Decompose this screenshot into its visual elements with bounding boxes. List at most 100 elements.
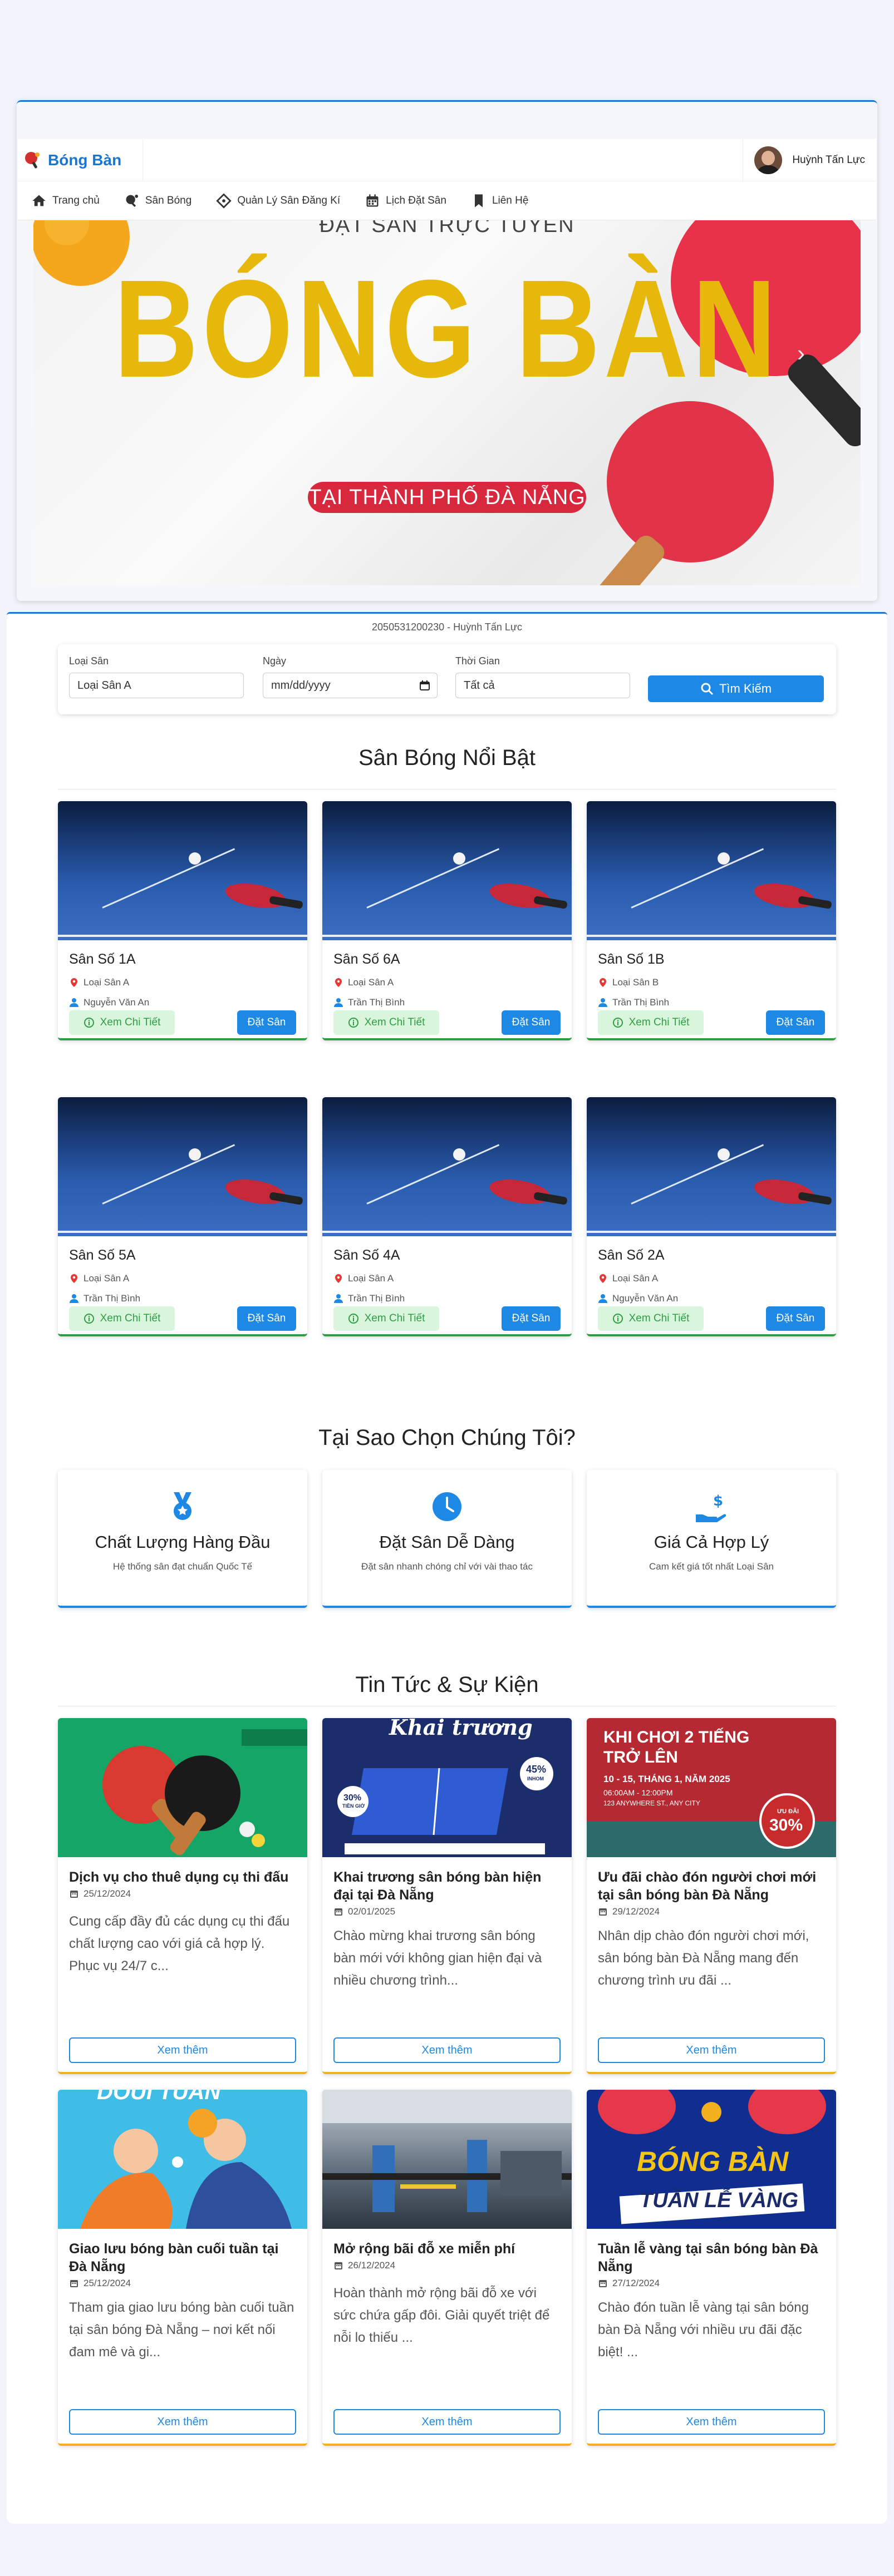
calendar-icon [70,2280,78,2287]
location-pin-icon [600,978,606,987]
news-card: Khai trương 30% TIỀN GIỜ 45% INHOM Khai trươn… [322,1718,572,2074]
view-detail-button[interactable]: Xem Chi Tiết [598,1010,704,1035]
info-icon [348,1018,358,1028]
read-more-button[interactable]: Xem thêm [69,2037,296,2063]
court-type-select[interactable]: Loại Sân A [69,673,244,698]
news-title[interactable]: Ưu đãi chào đón người chơi mới tại sân b… [598,1868,826,1904]
user-menu[interactable]: Huỳnh Tấn Lực [743,139,876,181]
table-line [366,848,500,909]
carousel-next-icon[interactable]: › [797,340,805,367]
court-name: Sân Số 5A [69,1247,136,1263]
news-image-badge: 30% [343,1793,362,1803]
banner-title: BÓNG BÀN [114,251,780,406]
court-type-field: Loại Sân Loại Sân A [69,655,244,698]
time-select[interactable]: Tất cả [455,673,630,698]
ball [453,1148,465,1161]
table-edge [587,935,836,937]
time-label: Thời Gian [455,655,500,667]
calendar-icon [599,2280,607,2287]
court-type: Loại Sân A [69,977,129,988]
book-court-button[interactable]: Đặt Sân [766,1010,825,1035]
news-card: Dịch vụ cho thuê dụng cụ thi đấu 25/12/20… [58,1718,307,2074]
table-edge [58,935,307,937]
menu-item-courts[interactable]: Sân Bóng [124,193,191,209]
court-name: Sân Số 1A [69,951,136,967]
court-name: Sân Số 1B [598,951,665,967]
why-desc: Cam kết giá tốt nhất Loại Sân [649,1561,774,1572]
news-date: 27/12/2024 [598,2278,660,2289]
book-court-button[interactable]: Đặt Sân [766,1306,825,1331]
user-icon [70,1294,78,1303]
court-name: Sân Số 2A [598,1247,665,1263]
ball [718,852,730,865]
book-court-button[interactable]: Đặt Sân [237,1306,296,1331]
court-image [58,1097,307,1236]
court-owner-text: Nguyễn Văn An [612,1293,679,1304]
news-image-title: BÓNG BÀN [637,2146,789,2177]
user-icon [334,998,343,1007]
read-more-button[interactable]: Xem thêm [598,2409,825,2435]
menu-item-schedule[interactable]: Lịch Đặt Sân [365,193,446,209]
news-date-text: 27/12/2024 [612,2278,660,2288]
table-edge [58,1231,307,1233]
read-more-button[interactable]: Xem thêm [333,2037,561,2063]
table-edge [587,1231,836,1233]
news-title[interactable]: Mở rộng bãi đỗ xe miễn phí [333,2240,562,2258]
view-detail-label: Xem Chi Tiết [628,1312,690,1324]
book-court-button[interactable]: Đặt Sân [502,1306,561,1331]
court-type: Loại Sân A [333,1273,394,1284]
news-title[interactable]: Khai trương sân bóng bàn hiện đại tại Đà… [333,1868,562,1904]
news-image-line: 123 ANYWHERE ST., ANY CITY [603,1799,700,1807]
search-icon [701,683,713,695]
search-button[interactable]: Tìm Kiếm [648,675,824,702]
table-line [631,848,764,909]
view-detail-label: Xem Chi Tiết [100,1016,161,1028]
news-card: DOUI TUAN Giao lưu bóng bàn cuối tuần tại… [58,2090,307,2446]
court-card: Sân Số 5A Loại Sân A Trần Thị Bình Xem Chi … [58,1097,307,1336]
brand[interactable]: Bóng Bàn [18,139,143,181]
view-detail-button[interactable]: Xem Chi Tiết [598,1306,704,1331]
paddle [223,1175,288,1208]
read-more-button[interactable]: Xem thêm [333,2409,561,2435]
view-detail-button[interactable]: Xem Chi Tiết [69,1010,175,1035]
news-title[interactable]: Tuần lễ vàng tại sân bóng bàn Đà Nẵng [598,2240,826,2276]
court-image [322,1097,572,1236]
court-owner-text: Nguyễn Văn An [83,997,150,1008]
date-label: Ngày [263,655,287,667]
news-title[interactable]: Giao lưu bóng bàn cuối tuần tại Đà Nẵng [69,2240,297,2276]
news-date-text: 25/12/2024 [83,2278,131,2288]
menu-item-label: Quản Lý Sân Đăng Kí [237,194,341,206]
date-input[interactable]: mm/dd/yyyy [263,673,438,698]
why-desc: Đặt sân nhanh chóng chỉ với vài thao tác [361,1561,533,1572]
diamond-icon [216,193,232,209]
menu-item-label: Lịch Đặt Sân [386,194,446,206]
menu-item-manage[interactable]: Quản Lý Sân Đăng Kí [216,193,340,209]
ball [189,852,201,865]
court-owner: Trần Thị Bình [333,997,405,1008]
menu-item-home[interactable]: Trang chủ [31,193,100,209]
court-type: Loại Sân A [598,1273,658,1284]
news-excerpt: Chào mừng khai trương sân bóng bàn mới v… [333,1928,542,1988]
court-type-text: Loại Sân B [612,977,659,988]
view-detail-button[interactable]: Xem Chi Tiết [333,1306,439,1331]
table-line [102,848,235,909]
view-detail-button[interactable]: Xem Chi Tiết [69,1306,175,1331]
book-court-button[interactable]: Đặt Sân [502,1010,561,1035]
menu-item-label: Sân Bóng [145,194,192,206]
menu-item-contact[interactable]: Liên Hệ [471,193,528,209]
view-detail-button[interactable]: Xem Chi Tiết [333,1010,439,1035]
ball [189,1148,201,1161]
why-desc: Hệ thống sân đạt chuẩn Quốc Tế [112,1561,253,1572]
calendar-picker-icon[interactable] [419,680,430,691]
why-section-title: Tại Sao Chọn Chúng Tôi? [318,1425,576,1450]
book-court-button[interactable]: Đặt Sân [237,1010,296,1035]
news-title[interactable]: Dịch vụ cho thuê dụng cụ thi đấu [69,1868,297,1886]
news-image-line: 10 - 15, THÁNG 1, NĂM 2025 [603,1774,730,1784]
table-line [366,1144,500,1205]
court-name: Sân Số 6A [333,951,400,967]
court-card: Sân Số 2A Loại Sân A Nguyễn Văn An Xem Chi … [587,1097,836,1336]
calendar-icon [599,1908,607,1916]
read-more-button[interactable]: Xem thêm [69,2409,296,2435]
read-more-button[interactable]: Xem thêm [598,2037,825,2063]
top-navbar: Bóng Bàn Huỳnh Tấn Lực [18,139,876,181]
